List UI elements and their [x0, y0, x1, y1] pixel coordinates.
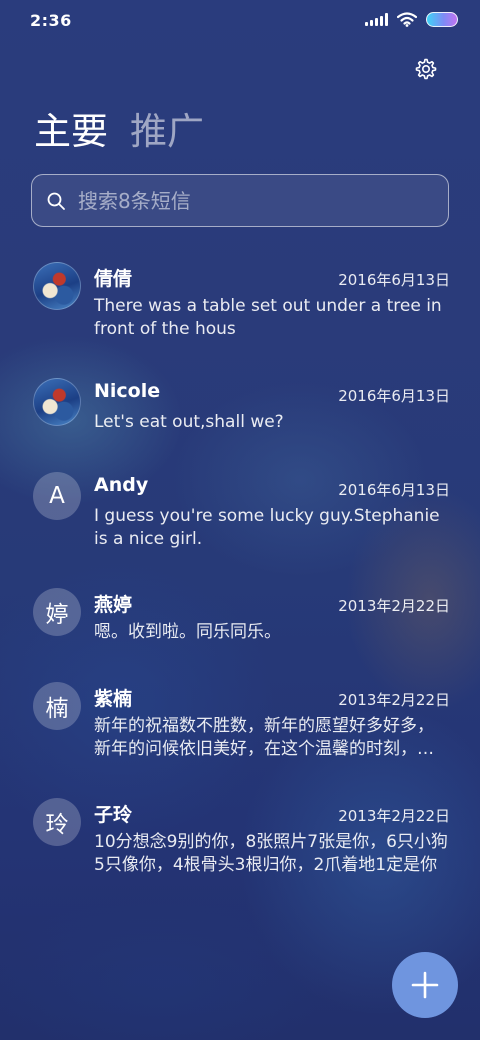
message-item[interactable]: 楠 紫楠 2013年2月22日 新年的祝福数不胜数，新年的愿望好多好多，新年的问… [0, 670, 480, 786]
message-preview: Let's eat out,shall we? [94, 412, 284, 432]
avatar [33, 262, 81, 310]
settings-button[interactable] [412, 55, 440, 83]
message-preview: 嗯。收到啦。同乐同乐。 [94, 622, 281, 642]
tab-main[interactable]: 主要 [34, 110, 108, 154]
gear-icon [415, 58, 437, 80]
message-date: 2016年6月13日 [338, 481, 450, 499]
message-item[interactable]: Nicole 2016年6月13日 Let's eat out,shall we… [0, 366, 480, 460]
status-time: 2:36 [30, 11, 72, 30]
contact-name: 紫楠 [94, 688, 133, 710]
avatar [33, 378, 81, 426]
message-preview: 新年的祝福数不胜数，新年的愿望好多好多，新年的问候依旧美好，在这个温馨的时刻，给… [94, 716, 434, 759]
message-date: 2013年2月22日 [338, 691, 450, 709]
contact-name: 倩倩 [94, 268, 133, 290]
contact-name: Nicole [94, 380, 161, 402]
message-item[interactable]: 婷 燕婷 2013年2月22日 嗯。收到啦。同乐同乐。 [0, 576, 480, 668]
avatar: A [33, 472, 81, 520]
message-item[interactable]: 倩倩 2016年6月13日 There was a table set out … [0, 250, 480, 360]
search-input[interactable] [78, 180, 448, 221]
message-date: 2013年2月22日 [338, 597, 450, 615]
tab-promotions[interactable]: 推广 [130, 110, 204, 154]
status-icons [365, 12, 458, 27]
new-message-button[interactable] [392, 952, 458, 1018]
signal-icon [365, 13, 388, 26]
message-item[interactable]: A Andy 2016年6月13日 I guess you're some lu… [0, 460, 480, 576]
tab-bar: 主要 推广 [34, 110, 204, 154]
message-preview: I guess you're some lucky guy.Stephanie … [94, 506, 440, 549]
message-item[interactable]: 玲 子玲 2013年2月22日 10分想念9别的你，8张照片7张是你，6只小狗5… [0, 786, 480, 902]
message-preview: There was a table set out under a tree i… [94, 296, 442, 339]
avatar: 婷 [33, 588, 81, 636]
message-date: 2013年2月22日 [338, 807, 450, 825]
battery-icon [426, 12, 458, 27]
message-date: 2016年6月13日 [338, 271, 450, 289]
message-date: 2016年6月13日 [338, 387, 450, 405]
contact-name: Andy [94, 474, 149, 496]
contact-name: 燕婷 [94, 594, 133, 616]
avatar: 玲 [33, 798, 81, 846]
status-bar: 2:36 [0, 0, 480, 40]
plus-icon [411, 971, 439, 999]
wifi-icon [397, 12, 417, 27]
message-preview: 10分想念9别的你，8张照片7张是你，6只小狗5只像你，4根骨头3根归你，2爪着… [94, 832, 448, 875]
search-box[interactable] [31, 174, 449, 227]
contact-name: 子玲 [94, 804, 133, 826]
avatar: 楠 [33, 682, 81, 730]
search-icon [47, 192, 65, 210]
